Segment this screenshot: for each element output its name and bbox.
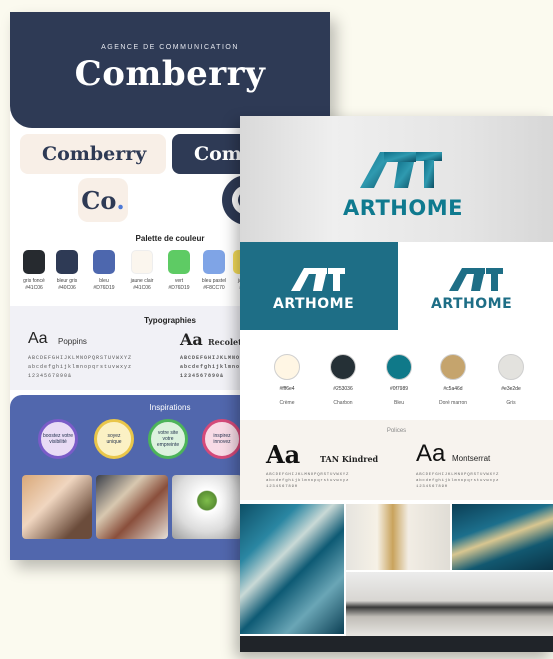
palette-name: Bleu [393, 400, 404, 406]
monogram-light: Co. [78, 178, 128, 222]
arthome-logo-icon-white [291, 268, 345, 291]
logo-on-teal: ARTHOME [240, 242, 398, 330]
palette-name: Crème [279, 400, 295, 406]
inspiration-photo-meeting [96, 475, 168, 539]
font-digits: 1234567890 [266, 485, 299, 489]
palette-circle [274, 354, 300, 380]
palette-hex: #c5a46d [443, 386, 463, 392]
palette-name: Gris [506, 400, 516, 406]
font-sample: Aa [266, 440, 301, 469]
palette-circle [498, 354, 524, 380]
arthome-hero: ARTHOME [240, 116, 553, 242]
swatch-item: vert #D76D19 [159, 250, 199, 292]
arthome-logo-icon [360, 152, 442, 188]
agency-tagline: AGENCE DE COMMUNICATION [101, 44, 239, 51]
comberry-wordmark: Comberry [74, 54, 266, 94]
swatch-item: bleu #D76D19 [84, 250, 124, 292]
color-swatch [93, 250, 115, 274]
palette-circle [440, 354, 466, 380]
palette-name: Charbon [333, 400, 353, 406]
swatch-item: bleur gris #40C06 [47, 250, 87, 292]
swatch-hex: #41C06 [133, 285, 151, 291]
logo-light-variant: Comberry [20, 134, 166, 174]
badge-bottom-text: visibilité [49, 439, 67, 445]
sticker-badge: boostez votre visibilité [38, 419, 78, 459]
palette-circle [386, 354, 412, 380]
color-swatch [56, 250, 78, 274]
swatch-hex: #D76D19 [93, 285, 115, 291]
font-name: TAN Kindred [320, 454, 379, 464]
monogram-text: Co [81, 185, 117, 215]
palette-hex: #253036 [333, 386, 353, 392]
font-digits: 1234567890& [180, 373, 225, 379]
sticker-badge: soyez unique [94, 419, 134, 459]
sticker-badge: inspirez innovez [202, 419, 242, 459]
arthome-wordmark: ARTHOME [343, 196, 463, 220]
font-sample: Aa [180, 330, 203, 349]
swatch-name: vert [174, 278, 184, 284]
swatch-item: jaune clair #41C06 [122, 250, 162, 292]
comberry-header: AGENCE DE COMMUNICATION Comberry [10, 12, 330, 128]
font-sample: Aa [416, 440, 446, 467]
font-alphabet-lower: abcdefghijklmnopqrstuvwxyz [28, 364, 133, 370]
inspiration-photo-desk [22, 475, 92, 539]
footer-band [240, 636, 553, 652]
arthome-wordmark-teal: ARTHOME [431, 296, 513, 312]
badge-bottom-text: innovez [213, 439, 231, 445]
palette-hex: #0f7989 [389, 386, 409, 392]
font-digits: 1234567890 [416, 485, 449, 489]
palette-name: Doré marron [438, 400, 468, 406]
arthome-wordmark-white: ARTHOME [273, 296, 355, 312]
swatch-name: bleu [99, 278, 109, 284]
monogram-dot: . [116, 185, 125, 215]
color-swatch [203, 250, 225, 274]
palette-hex: #e3e2de [501, 386, 521, 392]
color-swatch [23, 250, 45, 274]
arthome-palette: #fff6e4 Crème #253036 Charbon #0f7989 Bl… [240, 344, 553, 418]
inspiration-photo-lightbulb [172, 475, 242, 539]
palette-hex: #fff6e4 [279, 386, 295, 392]
arthome-logo-icon-teal [449, 268, 503, 291]
badge-bottom-text: votre empreinte [156, 436, 180, 448]
swatch-hex: #D76D19 [168, 285, 190, 291]
palette-circle [330, 354, 356, 380]
font-alphabet-upper: ABCDEFGHIJKLMNOP [180, 355, 245, 361]
font-sample: Aa [28, 330, 48, 347]
font-digits: 1234567890& [28, 373, 73, 379]
swatch-hex: #40C06 [58, 285, 76, 291]
swatch-name: jaune clair [130, 278, 154, 284]
photo-interior-shelves [346, 572, 553, 636]
font-alphabet-lower: abcdefghijklmnop [180, 364, 245, 370]
font-name: Poppins [58, 337, 87, 346]
font-alphabet-upper: ABCDEFGHIJKLMNOPQRSTUVWXYZ [28, 355, 133, 361]
badge-bottom-text: unique [106, 439, 122, 445]
photo-teal-marble [240, 504, 344, 634]
polices-section: Polices Aa TAN Kindred ABCDEFGHIJKLMNOPQ… [240, 420, 553, 500]
logo-on-white: ARTHOME [398, 242, 553, 330]
font-name: Montserrat [452, 454, 491, 463]
photo-gold-veined-marble [452, 504, 553, 570]
swatch-name: bleur gris [56, 278, 78, 284]
color-swatch [131, 250, 153, 274]
photo-gold-sculpture [346, 504, 450, 570]
color-swatch [168, 250, 190, 274]
sticker-badge: votre site votre empreinte [148, 419, 188, 459]
arthome-brand-board: ARTHOME ARTHOME ARTHOME #fff6e4 Crème #2… [240, 116, 553, 652]
polices-title: Polices [386, 428, 407, 434]
